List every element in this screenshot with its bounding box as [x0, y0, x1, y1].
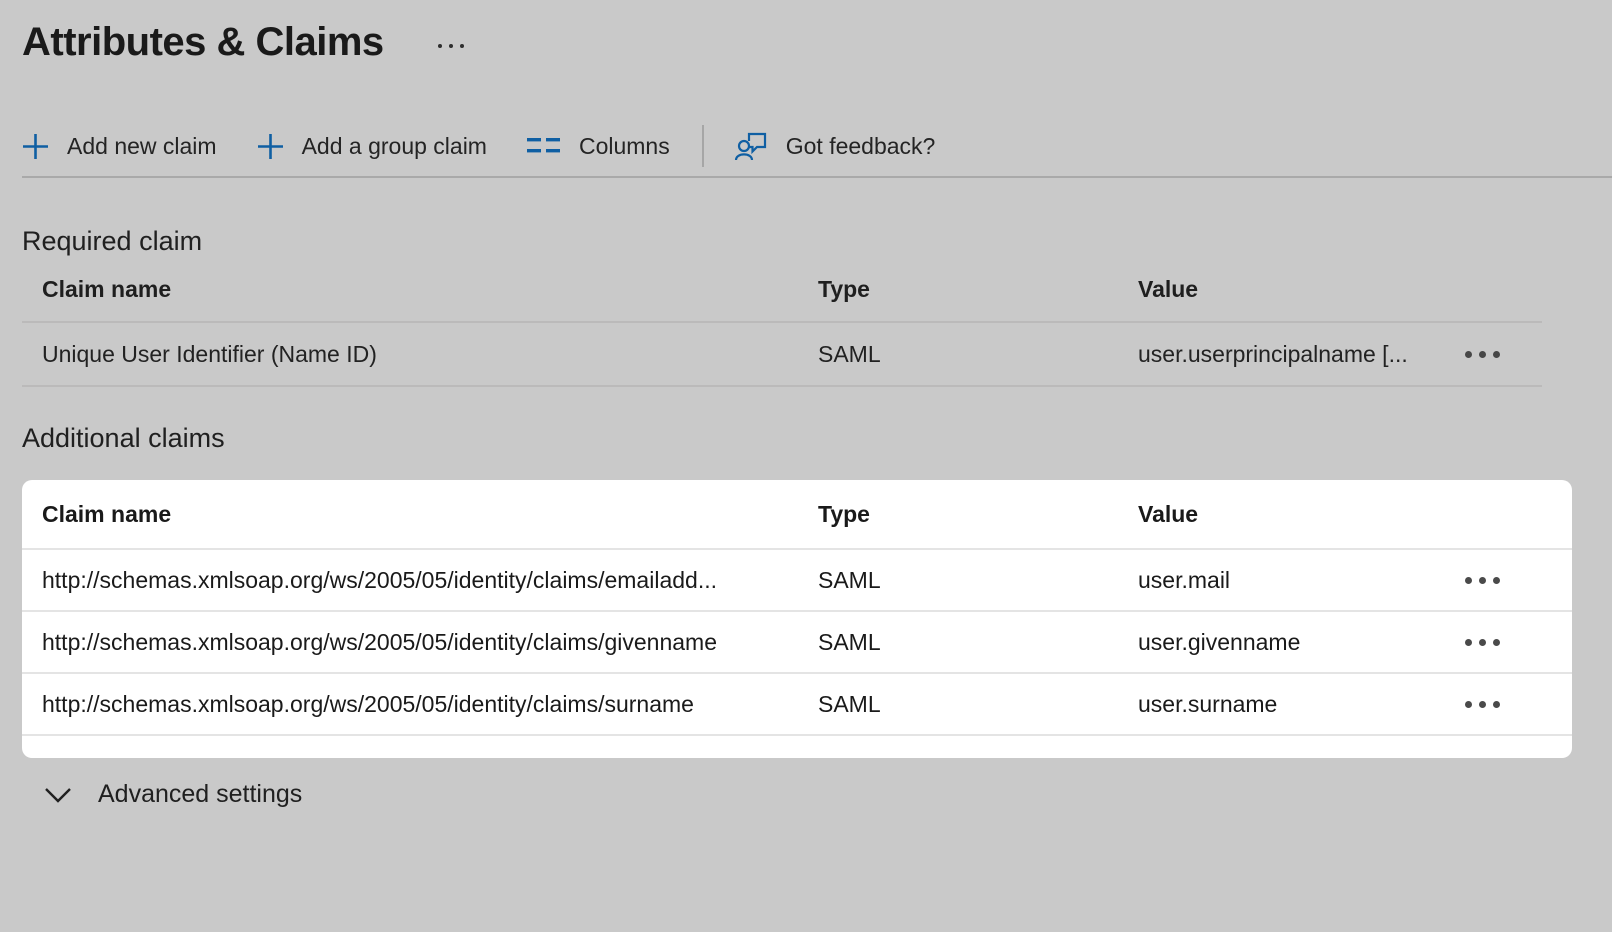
column-header-value: Value: [1138, 501, 1572, 528]
claim-type-cell: SAML: [818, 567, 1138, 594]
table-footer-spacer: [22, 736, 1572, 758]
claim-row-givenname[interactable]: http://schemas.xmlsoap.org/ws/2005/05/id…: [22, 612, 1572, 674]
attributes-claims-page: Attributes & Claims Add new claim Add a …: [0, 0, 1612, 809]
got-feedback-button[interactable]: Got feedback?: [734, 130, 936, 162]
claim-row-surname[interactable]: http://schemas.xmlsoap.org/ws/2005/05/id…: [22, 674, 1572, 736]
claim-type-cell: SAML: [818, 629, 1138, 656]
edit-columns-icon: [527, 135, 561, 157]
additional-claims-table: Claim name Type Value http://schemas.xml…: [22, 480, 1572, 758]
claim-value-cell: user.userprincipalname [...: [1138, 341, 1408, 368]
claim-value-cell: user.givenname: [1138, 629, 1300, 656]
row-context-menu-ellipsis-icon[interactable]: [1459, 633, 1506, 652]
add-new-claim-label: Add new claim: [67, 133, 217, 160]
claim-name-cell: http://schemas.xmlsoap.org/ws/2005/05/id…: [22, 567, 818, 594]
claim-type-cell: SAML: [818, 341, 1138, 368]
columns-button[interactable]: Columns: [527, 133, 670, 160]
column-header-claim-name: Claim name: [22, 276, 818, 303]
additional-table-header: Claim name Type Value: [22, 480, 1572, 550]
advanced-settings-label: Advanced settings: [98, 780, 302, 809]
add-group-claim-button[interactable]: Add a group claim: [257, 133, 487, 160]
claim-name-cell: http://schemas.xmlsoap.org/ws/2005/05/id…: [22, 629, 818, 656]
columns-label: Columns: [579, 133, 670, 160]
command-bar: Add new claim Add a group claim Columns: [22, 130, 1612, 178]
row-context-menu-ellipsis-icon[interactable]: [1459, 695, 1506, 714]
plus-icon: [257, 133, 284, 160]
additional-claims-heading: Additional claims: [0, 423, 1612, 454]
add-group-claim-label: Add a group claim: [302, 133, 487, 160]
claim-row-emailaddress[interactable]: http://schemas.xmlsoap.org/ws/2005/05/id…: [22, 550, 1572, 612]
advanced-settings-toggle[interactable]: Advanced settings: [44, 780, 302, 809]
required-claim-heading: Required claim: [0, 226, 1612, 257]
toolbar-divider: [702, 125, 704, 167]
column-header-type: Type: [818, 276, 1138, 303]
column-header-type: Type: [818, 501, 1138, 528]
page-title: Attributes & Claims: [22, 20, 384, 65]
claim-value-cell: user.surname: [1138, 691, 1277, 718]
chevron-down-icon: [44, 787, 72, 803]
claim-value-cell: user.mail: [1138, 567, 1230, 594]
page-context-menu-ellipsis-icon[interactable]: [438, 44, 464, 48]
page-header: Attributes & Claims: [0, 14, 1612, 70]
row-context-menu-ellipsis-icon[interactable]: [1459, 571, 1506, 590]
feedback-person-chat-icon: [734, 130, 768, 162]
add-new-claim-button[interactable]: Add new claim: [22, 133, 217, 160]
column-header-value: Value: [1138, 276, 1542, 303]
claim-name-cell: Unique User Identifier (Name ID): [22, 341, 818, 368]
row-context-menu-ellipsis-icon[interactable]: [1459, 345, 1506, 364]
claim-name-cell: http://schemas.xmlsoap.org/ws/2005/05/id…: [22, 691, 818, 718]
plus-icon: [22, 133, 49, 160]
required-table-header: Claim name Type Value: [22, 257, 1542, 323]
got-feedback-label: Got feedback?: [786, 133, 936, 160]
claim-type-cell: SAML: [818, 691, 1138, 718]
required-claim-row[interactable]: Unique User Identifier (Name ID) SAML us…: [22, 323, 1542, 387]
required-claim-table: Claim name Type Value Unique User Identi…: [22, 257, 1542, 387]
column-header-claim-name: Claim name: [22, 501, 818, 528]
